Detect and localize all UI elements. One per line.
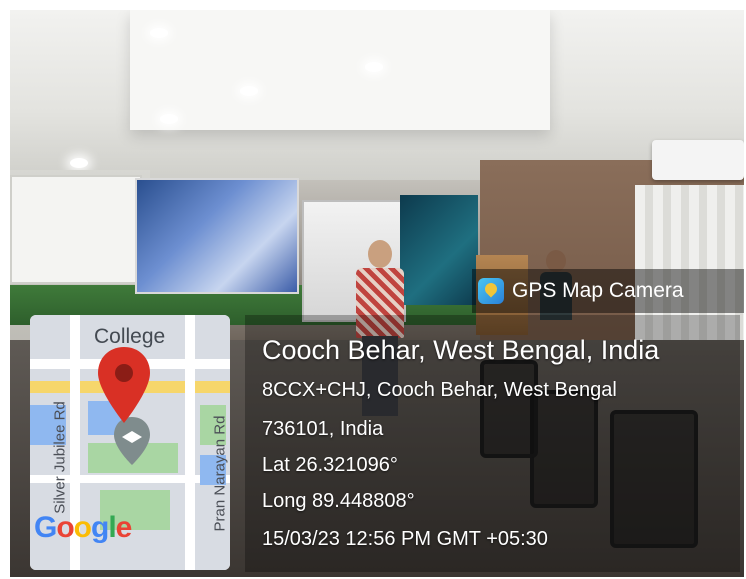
ceiling-light xyxy=(365,62,383,72)
gps-map-camera-icon xyxy=(478,278,504,304)
google-logo: Google xyxy=(34,511,132,544)
whiteboard xyxy=(10,175,142,284)
location-pin-icon xyxy=(98,347,150,423)
ceiling-light xyxy=(150,28,168,38)
location-title: Cooch Behar, West Bengal, India xyxy=(262,335,660,365)
app-name: GPS Map Camera xyxy=(512,279,684,302)
app-badge: GPS Map Camera xyxy=(472,269,744,313)
mini-map: College Silver Jubilee Rd Pran Narayan R… xyxy=(30,315,230,570)
event-banner xyxy=(135,178,299,294)
ceiling-panel xyxy=(130,10,550,130)
longitude: Long 89.448808° xyxy=(262,490,415,512)
college-banner xyxy=(400,195,478,305)
latitude: Lat 26.321096° xyxy=(262,454,398,476)
ceiling-light xyxy=(70,158,88,168)
ceiling-light xyxy=(240,86,258,96)
timestamp: 15/03/23 12:56 PM GMT +05:30 xyxy=(262,528,548,550)
ceiling-light xyxy=(160,114,178,124)
address-line-1: 8CCX+CHJ, Cooch Behar, West Bengal xyxy=(262,379,617,401)
map-road-label: Pran Narayan Rd xyxy=(211,415,229,532)
air-conditioner xyxy=(652,140,744,180)
address-line-2: 736101, India xyxy=(262,418,384,440)
